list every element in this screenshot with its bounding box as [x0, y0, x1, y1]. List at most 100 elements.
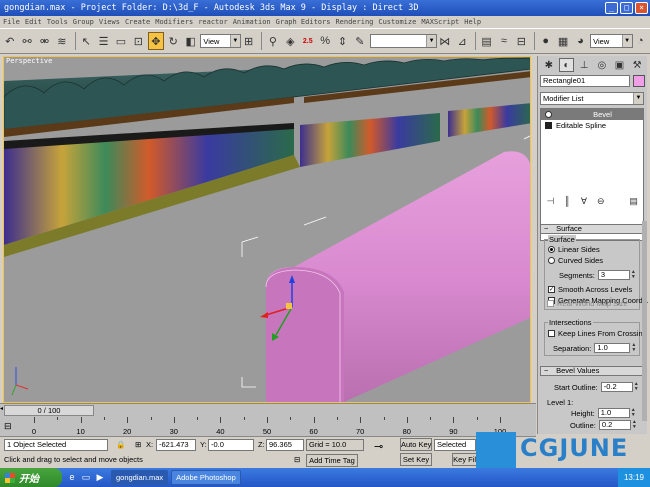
menu-rendering[interactable]: Rendering [335, 18, 373, 26]
quick-render-icon[interactable]: ◕ [573, 32, 588, 50]
outline-value[interactable]: 0.2 [598, 420, 631, 430]
absolute-mode-icon[interactable]: ⊞ [135, 439, 141, 451]
pin-stack-icon[interactable]: ⊣ [544, 196, 557, 208]
height-value[interactable]: 1.0 [597, 408, 630, 418]
plus-box-icon[interactable] [545, 122, 552, 129]
menu-group[interactable]: Group [73, 18, 94, 26]
menu-file[interactable]: File [3, 18, 20, 26]
outline-spinner[interactable]: Outline: 0.2 ▲ ▼ [570, 420, 638, 430]
utilities-tab-icon[interactable]: ⚒ [629, 58, 645, 72]
render-scene-icon[interactable]: ▦ [555, 32, 570, 50]
taskbar-item-3dsmax[interactable]: gongdian.max [111, 470, 169, 485]
render-last-icon[interactable]: ◔ [633, 32, 648, 50]
real-world-map-size-checkbox[interactable]: Real-World Map Size [547, 299, 628, 308]
maximize-button[interactable]: □ [620, 2, 633, 14]
display-tab-icon[interactable]: ▣ [612, 58, 628, 72]
spinner-arrows-icon[interactable]: ▲ ▼ [631, 270, 637, 280]
close-button[interactable]: × [635, 2, 648, 14]
select-scale-icon[interactable]: ◧ [183, 32, 198, 50]
set-key-icon[interactable]: ⊸ [374, 441, 383, 453]
undo-icon[interactable]: ↶ [2, 32, 17, 50]
stack-item-editable-spline[interactable]: Editable Spline [541, 120, 643, 131]
selected-filter-dropdown[interactable]: Selected [434, 439, 476, 451]
set-key-button[interactable]: Set Key [400, 453, 432, 466]
object-color-swatch[interactable] [633, 75, 645, 87]
media-icon[interactable]: ▶ [94, 472, 106, 484]
schematic-view-icon[interactable]: ⊟ [514, 32, 529, 50]
lock-selection-icon[interactable]: 🔒 [116, 439, 125, 451]
bind-spacewarp-icon[interactable]: ≋ [54, 32, 69, 50]
auto-key-button[interactable]: Auto Key [400, 438, 432, 451]
separation-value[interactable]: 1.0 [594, 343, 631, 353]
menu-graph-editors[interactable]: Graph Editors [276, 18, 331, 26]
bevel-values-rollout-header[interactable]: − Bevel Values [540, 366, 644, 376]
link-icon[interactable]: ⚯ [19, 32, 34, 50]
pivot-center-icon[interactable]: ⊞ [241, 32, 256, 50]
show-end-result-icon[interactable]: ║ [561, 196, 574, 208]
start-outline-value[interactable]: -0.2 [600, 382, 633, 392]
z-coord-field[interactable]: 96.365 [266, 439, 304, 451]
spinner-arrows-icon[interactable]: ▲ ▼ [634, 382, 640, 392]
spinner-arrows-icon[interactable]: ▲ ▼ [631, 408, 637, 418]
x-coord-field[interactable]: -621.473 [156, 439, 196, 451]
reference-coordinate-dropdown[interactable]: View ▼ [200, 34, 241, 48]
align-icon[interactable]: ⊿ [454, 32, 469, 50]
snap-toggle-icon[interactable]: ◈ [283, 32, 298, 50]
curve-editor-icon[interactable]: ≈ [496, 32, 511, 50]
layer-manager-icon[interactable]: ▤ [479, 32, 494, 50]
y-coord-field[interactable]: -0.0 [208, 439, 254, 451]
spinner-snap-icon[interactable]: ⇕ [335, 32, 350, 50]
make-unique-icon[interactable]: ∀ [578, 196, 591, 208]
segments-spinner[interactable]: Segments: 3 ▲ ▼ [559, 270, 637, 280]
modifier-list-dropdown[interactable]: Modifier List ▼ [540, 92, 644, 105]
select-move-icon[interactable]: ✥ [148, 32, 164, 50]
select-by-name-icon[interactable]: ☰ [96, 32, 111, 50]
time-tag-icon[interactable]: ⊟ [294, 454, 300, 466]
command-panel-scrollbar[interactable] [642, 221, 647, 421]
mirror-icon[interactable]: ⋈ [437, 32, 452, 50]
unlink-icon[interactable]: ⚮ [37, 32, 52, 50]
select-region-icon[interactable]: ▭ [113, 32, 128, 50]
window-crossing-icon[interactable]: ⊡ [131, 32, 146, 50]
lightbulb-icon[interactable] [545, 111, 552, 118]
menu-maxscript[interactable]: MAXScript [421, 18, 459, 26]
render-type-dropdown[interactable]: View ▼ [590, 34, 633, 48]
material-editor-icon[interactable]: ● [538, 32, 553, 50]
start-button[interactable]: 开始 [0, 468, 62, 487]
start-outline-spinner[interactable]: Start Outline: -0.2 ▲ ▼ [554, 382, 640, 392]
object-name-field[interactable]: Rectangle01 [540, 75, 630, 87]
linear-sides-radio[interactable]: Linear Sides [548, 245, 600, 254]
configure-modifier-sets-icon[interactable]: ▤ [627, 196, 640, 208]
menu-animation[interactable]: Animation [233, 18, 271, 26]
menu-edit[interactable]: Edit [25, 18, 42, 26]
menu-reactor[interactable]: reactor [198, 18, 228, 26]
separation-spinner[interactable]: Separation: 1.0 ▲ ▼ [553, 343, 637, 353]
time-slider-thumb[interactable]: 0 / 100 [4, 405, 94, 416]
surface-rollout-header[interactable]: − Surface [540, 224, 644, 234]
menu-views[interactable]: Views [99, 18, 120, 26]
modify-tab-icon[interactable]: ◐ [558, 58, 575, 72]
curved-sides-radio[interactable]: Curved Sides [548, 256, 603, 265]
track-bar[interactable]: ⊟ 0102030405060708090100 [0, 417, 536, 437]
angle-snap-icon[interactable]: 2.5 [300, 32, 315, 50]
add-time-tag-button[interactable]: Add Time Tag [306, 454, 358, 467]
menu-customize[interactable]: Customize [378, 18, 416, 26]
viewport-label[interactable]: Perspective [6, 57, 52, 65]
time-slider[interactable]: ◂ 0 / 100 [0, 403, 536, 417]
spinner-arrows-icon[interactable]: ▲ ▼ [632, 420, 638, 430]
taskbar-item-photoshop[interactable]: Adobe Photoshop [171, 470, 241, 485]
motion-tab-icon[interactable]: ◎ [594, 58, 610, 72]
select-rotate-icon[interactable]: ↻ [166, 32, 181, 50]
track-bar-menu-icon[interactable]: ⊟ [4, 420, 12, 432]
menu-help[interactable]: Help [464, 18, 481, 26]
select-object-icon[interactable]: ↖ [79, 32, 94, 50]
ie-icon[interactable]: e [66, 472, 78, 484]
menu-tools[interactable]: Tools [47, 18, 68, 26]
hierarchy-tab-icon[interactable]: ⊥ [576, 58, 592, 72]
desktop-icon[interactable]: ▭ [80, 472, 92, 484]
create-tab-icon[interactable]: ✱ [541, 58, 557, 72]
edit-named-selection-icon[interactable]: ✎ [352, 32, 367, 50]
select-manipulate-icon[interactable]: ⚲ [265, 32, 280, 50]
keep-lines-checkbox[interactable]: Keep Lines From Crossing [548, 329, 647, 338]
spinner-arrows-icon[interactable]: ▲ ▼ [631, 343, 637, 353]
